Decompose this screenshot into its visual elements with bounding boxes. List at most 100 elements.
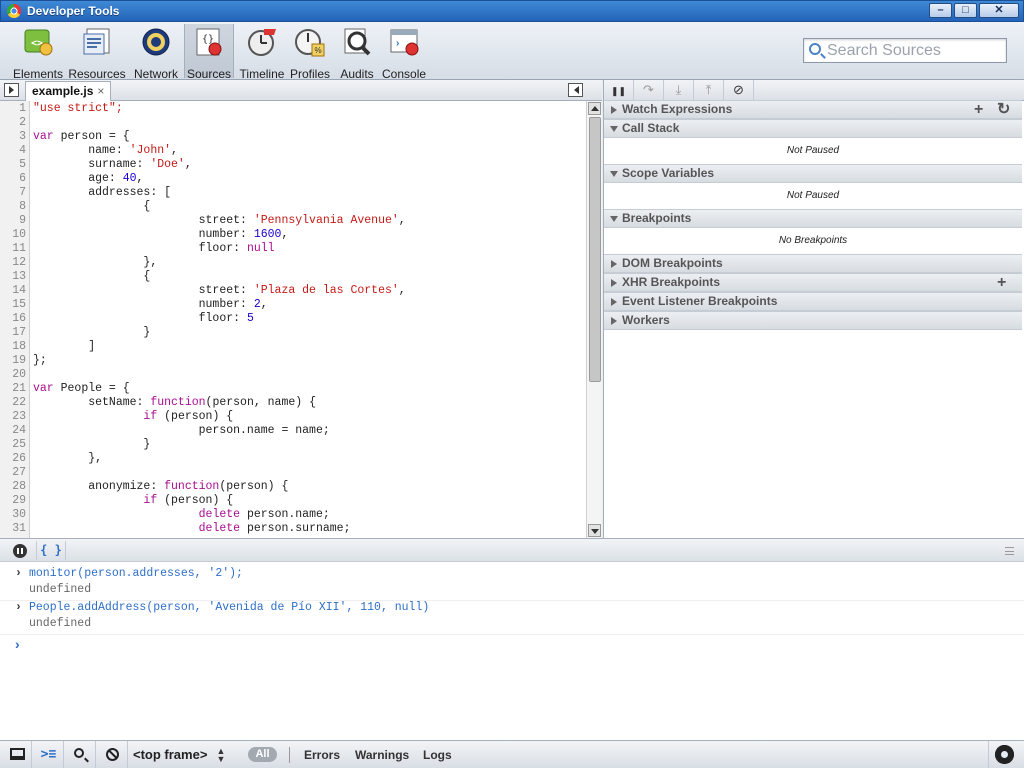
line-number[interactable]: 19 (0, 354, 26, 368)
sources-icon: {} (193, 26, 225, 58)
code-line: surname: 'Doe', (33, 158, 192, 172)
scroll-thumb[interactable] (589, 117, 601, 382)
line-number[interactable]: 23 (0, 410, 26, 424)
search-sources-input[interactable] (827, 41, 1003, 60)
line-number[interactable]: 25 (0, 438, 26, 452)
line-number[interactable]: 26 (0, 452, 26, 466)
line-number[interactable]: 15 (0, 298, 26, 312)
line-number[interactable]: 11 (0, 242, 26, 256)
filter-errors-button[interactable]: Errors (304, 745, 340, 765)
sources-tab[interactable]: {} Sources (184, 24, 234, 81)
maximize-button[interactable]: □ (954, 3, 977, 18)
line-number[interactable]: 30 (0, 508, 26, 522)
line-number[interactable]: 3 (0, 130, 26, 144)
scroll-up-arrow-icon[interactable] (588, 102, 601, 115)
console-input-prompt[interactable]: › (15, 636, 20, 652)
code-token: street: (33, 214, 254, 227)
deactivate-breakpoints-button[interactable]: ⊘ (724, 80, 754, 100)
console-output[interactable]: › monitor(person.addresses, '2'); undefine… (0, 562, 1024, 740)
line-number[interactable]: 6 (0, 172, 26, 186)
profiles-icon: % (294, 26, 326, 58)
audits-tab[interactable]: Audits (336, 24, 378, 81)
line-number[interactable]: 28 (0, 480, 26, 494)
pretty-print-button[interactable]: { } (36, 541, 66, 560)
scope-variables-pane-header[interactable]: Scope Variables (604, 164, 1022, 183)
line-number[interactable]: 20 (0, 368, 26, 382)
show-console-button[interactable]: >≡ (34, 741, 64, 768)
line-number[interactable]: 8 (0, 200, 26, 214)
elements-tab[interactable]: <> Elements (10, 24, 66, 81)
resize-grip-icon[interactable] (1005, 547, 1014, 555)
step-into-button[interactable]: ⤓ (664, 80, 694, 100)
line-number[interactable]: 24 (0, 424, 26, 438)
frame-selector[interactable]: <top frame> ▲ ▼ (133, 745, 225, 765)
refresh-icon[interactable]: ↻ (997, 101, 1010, 118)
close-window-button[interactable]: ✕ (979, 3, 1019, 18)
line-number[interactable]: 2 (0, 116, 26, 130)
code-line: floor: null (33, 242, 275, 256)
minimize-button[interactable]: – (929, 3, 952, 18)
resources-tab[interactable]: Resources (68, 24, 126, 81)
line-number[interactable]: 21 (0, 382, 26, 396)
code-line: addresses: [ (33, 186, 171, 200)
code-editor[interactable]: 1 2 3 4 5 6 7 8 9 10 11 12 13 14 15 16 17 18 19 20 21 22 23 24 2… (0, 101, 586, 538)
console-result: undefined (29, 617, 92, 630)
add-icon[interactable]: + (997, 274, 1006, 291)
step-out-button[interactable]: ⤒ (694, 80, 724, 100)
line-number-gutter[interactable]: 1 2 3 4 5 6 7 8 9 10 11 12 13 14 15 16 17 18 19 20 21 22 23 24 2… (0, 101, 30, 538)
line-number[interactable]: 4 (0, 144, 26, 158)
line-number[interactable]: 16 (0, 312, 26, 326)
line-number[interactable]: 9 (0, 214, 26, 228)
line-number[interactable]: 14 (0, 284, 26, 298)
show-navigator-icon[interactable] (4, 83, 19, 97)
console-tab[interactable]: › Console (382, 24, 426, 81)
code-token: , (260, 298, 268, 311)
pause-button[interactable]: ❚❚ (604, 80, 634, 100)
line-number[interactable]: 5 (0, 158, 26, 172)
hide-debugger-icon[interactable] (568, 83, 583, 97)
editor-scrollbar[interactable] (586, 101, 602, 538)
add-icon[interactable]: + (974, 101, 983, 118)
code-token: floor: (33, 242, 247, 255)
search-sources-field[interactable] (803, 38, 1007, 63)
step-over-button[interactable]: ↷ (634, 80, 664, 100)
profiles-label: Profiles (289, 67, 330, 81)
network-tab[interactable]: Network (130, 24, 182, 81)
xhr-breakpoints-pane-header[interactable]: XHR Breakpoints + (604, 273, 1022, 292)
pause-on-exceptions-icon[interactable] (13, 544, 27, 558)
file-tab-example-js[interactable]: example.js × (25, 81, 112, 101)
line-number[interactable]: 22 (0, 396, 26, 410)
workers-pane-header[interactable]: Workers (604, 311, 1022, 330)
dock-button[interactable] (2, 741, 32, 768)
timeline-tab[interactable]: Timeline (238, 24, 286, 81)
code-line: "use strict"; (33, 102, 123, 116)
close-tab-icon[interactable]: × (97, 84, 104, 98)
line-number[interactable]: 18 (0, 340, 26, 354)
breakpoints-pane-header[interactable]: Breakpoints (604, 209, 1022, 228)
settings-button[interactable] (988, 741, 1024, 768)
code-token: 1600 (253, 228, 282, 241)
profiles-tab[interactable]: % Profiles (288, 24, 332, 81)
line-number[interactable]: 31 (0, 522, 26, 536)
code-line: } (33, 326, 150, 340)
line-number[interactable]: 13 (0, 270, 26, 284)
clear-console-button[interactable] (98, 741, 128, 768)
scroll-down-arrow-icon[interactable] (588, 524, 601, 537)
line-number[interactable]: 12 (0, 256, 26, 270)
filter-warnings-button[interactable]: Warnings (355, 745, 409, 765)
event-listener-breakpoints-pane-header[interactable]: Event Listener Breakpoints (604, 292, 1022, 311)
search-button[interactable] (66, 741, 96, 768)
filter-all-button[interactable]: All (248, 747, 277, 762)
line-number[interactable]: 7 (0, 186, 26, 200)
line-number[interactable]: 1 (0, 102, 26, 116)
line-number[interactable]: 10 (0, 228, 26, 242)
watch-expressions-pane-header[interactable]: Watch Expressions + ↻ (604, 100, 1022, 119)
dom-breakpoints-pane-header[interactable]: DOM Breakpoints (604, 254, 1022, 273)
line-number[interactable]: 27 (0, 466, 26, 480)
call-stack-pane-header[interactable]: Call Stack (604, 119, 1022, 138)
line-number[interactable]: 17 (0, 326, 26, 340)
filter-logs-button[interactable]: Logs (423, 745, 452, 765)
pane-title: Call Stack (622, 121, 680, 135)
line-number[interactable]: 29 (0, 494, 26, 508)
